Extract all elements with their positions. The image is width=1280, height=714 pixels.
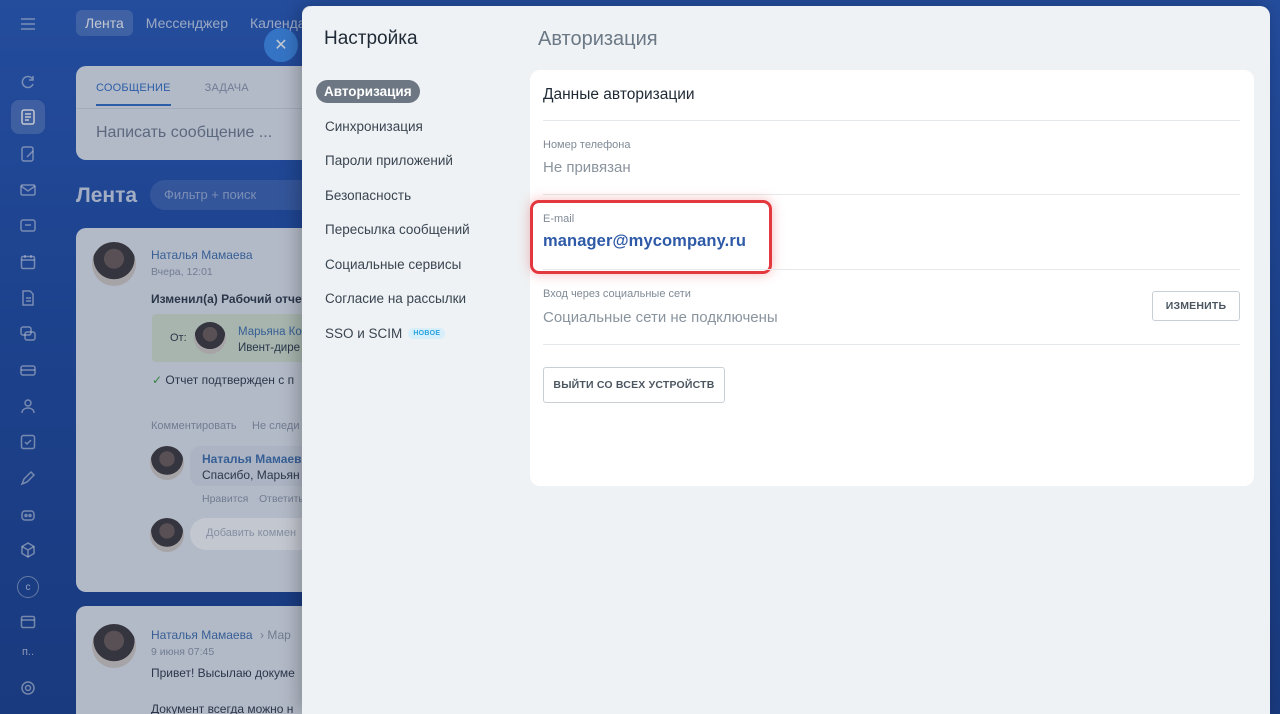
settings-title: Настройка [324, 28, 418, 49]
divider [543, 120, 1240, 121]
email-highlight-frame [530, 200, 772, 274]
settings-panel: Настройка Авторизация Синхронизация Паро… [302, 6, 1270, 714]
nav-label: Пересылка сообщений [325, 222, 470, 237]
change-button[interactable]: ИЗМЕНИТЬ [1152, 291, 1240, 321]
nav-label: Авторизация [316, 80, 420, 103]
divider [543, 269, 1240, 270]
settings-nav-app-passwords[interactable]: Пароли приложений [316, 145, 516, 180]
logout-all-devices-button[interactable]: ВЫЙТИ СО ВСЕХ УСТРОЙСТВ [543, 367, 725, 403]
settings-nav-security[interactable]: Безопасность [316, 180, 516, 215]
phone-label: Номер телефона [543, 139, 631, 151]
nav-label: Пароли приложений [325, 153, 453, 168]
nav-label: Синхронизация [325, 118, 423, 134]
phone-value: Не привязан [543, 159, 631, 176]
settings-nav: Авторизация Синхронизация Пароли приложе… [316, 76, 516, 352]
divider [543, 344, 1240, 345]
section-title: Авторизация [538, 28, 658, 50]
card-title: Данные авторизации [543, 86, 695, 103]
settings-nav-sync[interactable]: Синхронизация [316, 111, 516, 146]
new-badge: НОВОЕ [408, 328, 446, 340]
nav-label: SSO и SCIM [325, 325, 403, 341]
settings-nav-social[interactable]: Социальные сервисы [316, 249, 516, 284]
settings-nav-authorization[interactable]: Авторизация [316, 76, 516, 111]
nav-label: Безопасность [325, 187, 412, 203]
nav-label: Социальные сервисы [325, 256, 462, 272]
social-value: Социальные сети не подключены [543, 309, 778, 326]
social-label: Вход через социальные сети [543, 288, 691, 300]
divider [543, 194, 1240, 195]
settings-nav-forwarding[interactable]: Пересылка сообщений [316, 214, 516, 249]
settings-nav-consent[interactable]: Согласие на рассылки [316, 283, 516, 318]
auth-card: Данные авторизации Номер телефона Не при… [530, 70, 1254, 486]
settings-nav-sso-scim[interactable]: SSO и SCIM НОВОЕ [316, 318, 516, 353]
nav-label: Согласие на рассылки [325, 291, 467, 306]
